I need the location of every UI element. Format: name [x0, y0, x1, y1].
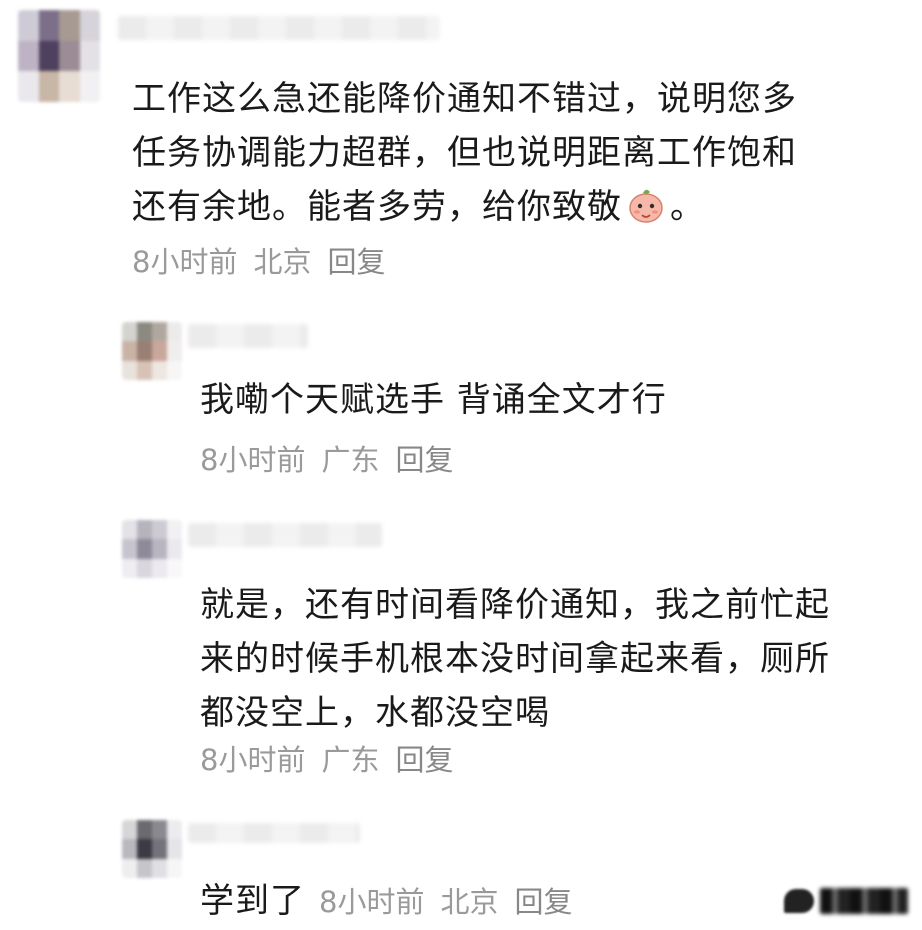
- comment-text-line: 我嘞个天赋选手 背诵全文才行: [200, 380, 667, 420]
- comment-3: 就是，还有时间看降价通知，我之前忙起 来的时候手机根本没时间拿起来看，厕所 都没…: [0, 505, 922, 805]
- username[interactable]: [118, 16, 440, 40]
- comment-meta: 8小时前 广东 回复: [200, 442, 469, 478]
- avatar[interactable]: [122, 520, 182, 578]
- reply-button[interactable]: 回复: [327, 245, 385, 279]
- comment-location: 广东: [321, 443, 380, 477]
- avatar[interactable]: [122, 820, 182, 878]
- peach-emoji-icon: [629, 189, 663, 223]
- comment-text-line: 都没空上，水都没空喝: [200, 693, 550, 733]
- comment-text: 工作这么急还能降价通知不错过，说明您多 任务协调能力超群，但也说明距离工作饱和 …: [132, 72, 797, 234]
- comment-time: 8小时前: [132, 245, 238, 279]
- comment-2: 我嘞个天赋选手 背诵全文才行 8小时前 广东 回复: [0, 300, 922, 505]
- username[interactable]: [188, 823, 360, 843]
- comment-time: 8小时前: [319, 885, 425, 919]
- watermark-logo: [784, 884, 908, 918]
- comment-text-line: 就是，还有时间看降价通知，我之前忙起: [200, 585, 830, 625]
- watermark-text-blur: [820, 888, 908, 914]
- comment-location: 北京: [253, 245, 312, 279]
- comment-text-fragment: 还有余地。能者多劳，给你致敬: [132, 187, 622, 227]
- username[interactable]: [188, 523, 382, 547]
- comment-text-line: 任务协调能力超群，但也说明距离工作饱和: [132, 133, 797, 173]
- comment-text: 我嘞个天赋选手 背诵全文才行: [200, 373, 667, 427]
- reply-button[interactable]: 回复: [395, 743, 453, 777]
- comment-text-line: 工作这么急还能降价通知不错过，说明您多: [132, 79, 797, 119]
- comment-location: 广东: [321, 743, 380, 777]
- comment-text: 学到了: [200, 881, 305, 921]
- comment-1: 工作这么急还能降价通知不错过，说明您多 任务协调能力超群，但也说明距离工作饱和 …: [0, 0, 922, 300]
- comment-text-suffix: 。: [670, 187, 705, 227]
- avatar[interactable]: [122, 322, 182, 380]
- comment-body-inline: 学到了 8小时前 北京 回复: [200, 881, 572, 922]
- chat-bubble-icon: [784, 889, 814, 913]
- avatar[interactable]: [18, 10, 100, 102]
- comment-text-line: 来的时候手机根本没时间拿起来看，厕所: [200, 639, 830, 679]
- reply-button[interactable]: 回复: [395, 443, 453, 477]
- comment-meta: 8小时前 北京 回复: [132, 244, 401, 280]
- comment-time: 8小时前: [200, 443, 306, 477]
- comment-text-line: 还有余地。能者多劳，给你致敬 。: [132, 180, 797, 234]
- comment-text: 就是，还有时间看降价通知，我之前忙起 来的时候手机根本没时间拿起来看，厕所 都没…: [200, 578, 830, 740]
- reply-button[interactable]: 回复: [514, 885, 572, 919]
- username[interactable]: [188, 324, 308, 348]
- comment-meta: 8小时前 广东 回复: [200, 742, 469, 778]
- comment-location: 北京: [440, 885, 499, 919]
- comment-time: 8小时前: [200, 743, 306, 777]
